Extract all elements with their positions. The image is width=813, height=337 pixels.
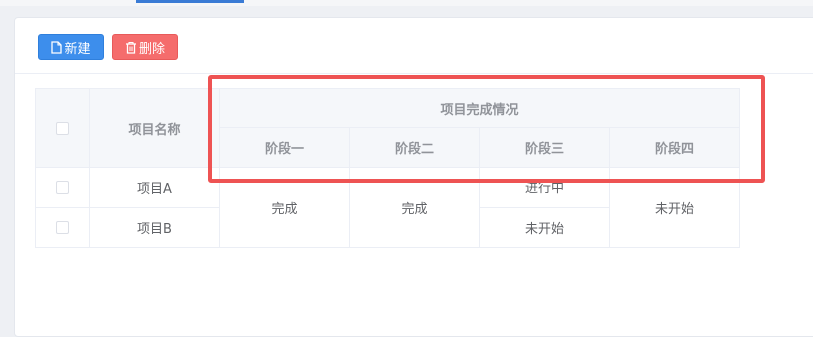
- toolbar: 新建 删除: [15, 18, 813, 74]
- delete-button-label: 删除: [138, 41, 165, 57]
- document-icon: [51, 40, 63, 54]
- table-row: 项目A 完成 完成 进行中 未开始: [35, 167, 740, 248]
- project-table: 项目名称 项目完成情况 阶段一 阶段二 阶段三 阶段四 项目A 完成 完成 进行…: [35, 88, 740, 248]
- project-name-cell: 项目B: [89, 207, 220, 248]
- new-button-label: 新建: [64, 41, 91, 57]
- active-tab-indicator: [136, 0, 244, 3]
- header-stage-4: 阶段四: [609, 127, 740, 168]
- header-project-name: 项目名称: [89, 88, 220, 168]
- header-stage-1: 阶段一: [219, 127, 350, 168]
- stage-3-cell: 进行中: [479, 167, 610, 208]
- new-button[interactable]: 新建: [38, 34, 104, 60]
- row-select-cell: [35, 167, 90, 208]
- row-checkbox[interactable]: [56, 181, 69, 194]
- content-panel: 新建 删除 项目名称 项目完成情况 阶段一 阶段二 阶段三 阶段四 项目A 完成…: [14, 17, 813, 337]
- header-stage-3: 阶段三: [479, 127, 610, 168]
- row-select-cell: [35, 207, 90, 248]
- header-stage-2: 阶段二: [349, 127, 480, 168]
- project-name-cell: 项目A: [89, 167, 220, 208]
- select-all-cell: [35, 88, 90, 168]
- delete-button[interactable]: 删除: [112, 34, 178, 60]
- stage-3-cell: 未开始: [479, 207, 610, 248]
- stage-2-cell: 完成: [349, 167, 480, 248]
- row-checkbox[interactable]: [56, 221, 69, 234]
- stage-4-cell: 未开始: [609, 167, 740, 248]
- stage-1-cell: 完成: [219, 167, 350, 248]
- header-completion-group: 项目完成情况: [219, 88, 740, 128]
- trash-icon: [125, 41, 137, 54]
- top-tab-strip: [0, 0, 813, 6]
- select-all-checkbox[interactable]: [56, 121, 69, 135]
